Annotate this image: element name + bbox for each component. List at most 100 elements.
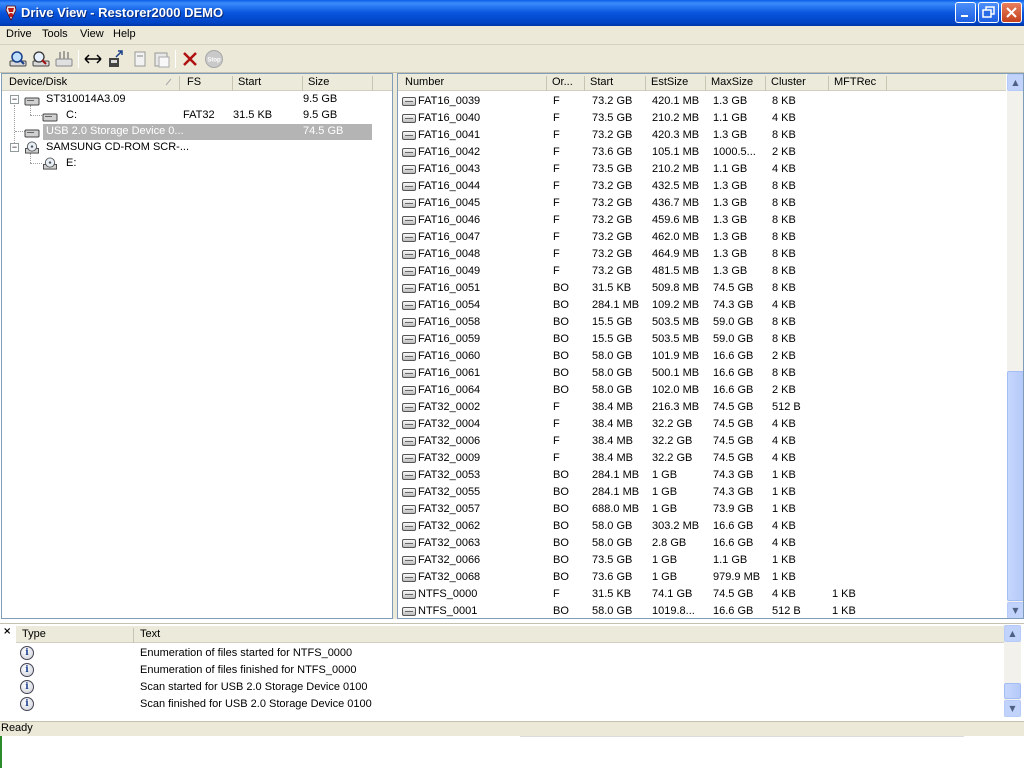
log-close-button[interactable]: ×: [3, 626, 11, 637]
tree-item-label: USB 2.0 Storage Device 0...: [46, 125, 184, 137]
table-row[interactable]: FAT32_0063 BO 58.0 GB 2.8 GB 16.6 GB 4 KB: [398, 535, 1006, 552]
table-row[interactable]: FAT16_0051 BO 31.5 KB 509.8 MB 74.5 GB 8 KB: [398, 280, 1006, 297]
table-row[interactable]: FAT16_0043 F 73.5 GB 210.2 MB 1.1 GB 4 KB: [398, 161, 1006, 178]
table-row[interactable]: FAT16_0039 F 73.2 GB 420.1 MB 1.3 GB 8 KB: [398, 93, 1006, 110]
table-row[interactable]: FAT32_0057 BO 688.0 MB 1 GB 73.9 GB 1 KB: [398, 501, 1006, 518]
column-header-type[interactable]: Type: [16, 628, 134, 643]
menu-tools[interactable]: Tools: [42, 28, 68, 40]
partition-cluster: 1 KB: [772, 503, 796, 515]
table-row[interactable]: FAT16_0059 BO 15.5 GB 503.5 MB 59.0 GB 8 KB: [398, 331, 1006, 348]
table-row[interactable]: FAT32_0066 BO 73.5 GB 1 GB 1.1 GB 1 KB: [398, 552, 1006, 569]
close-button[interactable]: [1001, 2, 1022, 23]
column-header-origin[interactable]: Or...: [547, 76, 585, 91]
log-row[interactable]: i Scan finished for USB 2.0 Storage Devic…: [16, 696, 1004, 713]
menu-view[interactable]: View: [80, 28, 104, 40]
partition-cluster: 1 KB: [772, 486, 796, 498]
search-disk-icon[interactable]: [31, 49, 51, 69]
table-row[interactable]: FAT16_0054 BO 284.1 MB 109.2 MB 74.3 GB 4 KB: [398, 297, 1006, 314]
scroll-down-button[interactable]: ▼: [1004, 700, 1021, 717]
table-row[interactable]: FAT32_0055 BO 284.1 MB 1 GB 74.3 GB 1 KB: [398, 484, 1006, 501]
resize-icon[interactable]: [83, 49, 103, 69]
column-header-device-disk[interactable]: Device/Disk: [4, 76, 180, 91]
partition-list-scrollbar[interactable]: ▲ ▼: [1007, 74, 1023, 618]
partition-start: 284.1 MB: [592, 469, 640, 481]
scan-icon[interactable]: [8, 49, 28, 69]
log-scrollbar[interactable]: ▲ ▼: [1004, 625, 1021, 717]
tree-item-partition[interactable]: C: FAT32 31.5 KB 9.5 GB: [2, 108, 392, 124]
paste-icon[interactable]: [152, 49, 172, 69]
menu-help[interactable]: Help: [113, 28, 136, 40]
partition-number: FAT32_0055: [418, 486, 481, 498]
log-row[interactable]: i Enumeration of files started for NTFS_0…: [16, 645, 1004, 662]
partition-origin: F: [553, 112, 560, 124]
table-row[interactable]: FAT16_0042 F 73.6 GB 105.1 MB 1000.5... 2 KB: [398, 144, 1006, 161]
scroll-up-button[interactable]: ▲: [1004, 625, 1021, 642]
column-header-text[interactable]: Text: [134, 628, 334, 643]
collapse-icon[interactable]: −: [10, 95, 19, 104]
log-row[interactable]: i Scan started for USB 2.0 Storage Device…: [16, 679, 1004, 696]
table-row[interactable]: FAT32_0004 F 38.4 MB 32.2 GB 74.5 GB 4 KB: [398, 416, 1006, 433]
table-row[interactable]: NTFS_0001 BO 58.0 GB 1019.8... 16.6 GB 512 B 1…: [398, 603, 1006, 618]
partition-cluster: 4 KB: [772, 299, 796, 311]
restore-button[interactable]: [978, 2, 999, 23]
column-header-cluster[interactable]: Cluster: [766, 76, 829, 91]
copy-icon[interactable]: [130, 49, 150, 69]
collapse-icon[interactable]: −: [10, 143, 19, 152]
tree-item-cdrom[interactable]: − SAMSUNG CD-ROM SCR-...: [2, 140, 392, 156]
table-row[interactable]: FAT32_0006 F 38.4 MB 32.2 GB 74.5 GB 4 KB: [398, 433, 1006, 450]
table-row[interactable]: FAT16_0046 F 73.2 GB 459.6 MB 1.3 GB 8 KB: [398, 212, 1006, 229]
column-header-maxsize[interactable]: MaxSize: [706, 76, 766, 91]
table-row[interactable]: FAT16_0041 F 73.2 GB 420.3 MB 1.3 GB 8 KB: [398, 127, 1006, 144]
export-icon[interactable]: [106, 49, 126, 69]
partition-origin: BO: [553, 571, 569, 583]
partition-icon: [402, 454, 416, 463]
table-row[interactable]: FAT16_0047 F 73.2 GB 462.0 MB 1.3 GB 8 KB: [398, 229, 1006, 246]
table-row[interactable]: NTFS_0000 F 31.5 KB 74.1 GB 74.5 GB 4 KB 1 KB: [398, 586, 1006, 603]
minimize-button[interactable]: [955, 2, 976, 23]
tree-item-drive[interactable]: E:: [2, 156, 392, 172]
scroll-down-button[interactable]: ▼: [1007, 602, 1023, 618]
partition-origin: BO: [553, 367, 569, 379]
table-row[interactable]: FAT32_0002 F 38.4 MB 216.3 MB 74.5 GB 512 B: [398, 399, 1006, 416]
table-row[interactable]: FAT32_0062 BO 58.0 GB 303.2 MB 16.6 GB 4 KB: [398, 518, 1006, 535]
close-icon: [1006, 7, 1017, 18]
table-row[interactable]: FAT16_0040 F 73.5 GB 210.2 MB 1.1 GB 4 KB: [398, 110, 1006, 127]
tree-item-disk[interactable]: − ST310014A3.09 9.5 GB: [2, 92, 392, 108]
tree-item-disk-selected[interactable]: USB 2.0 Storage Device 0... 74.5 GB: [2, 124, 392, 140]
table-row[interactable]: FAT16_0058 BO 15.5 GB 503.5 MB 59.0 GB 8 KB: [398, 314, 1006, 331]
scroll-thumb[interactable]: [1004, 683, 1021, 699]
partition-maxsize: 74.5 GB: [713, 401, 754, 413]
partition-start: 73.2 GB: [592, 180, 633, 192]
column-header-size[interactable]: Size: [303, 76, 373, 91]
partition-cluster: 8 KB: [772, 214, 796, 226]
title-bar[interactable]: Drive View - Restorer2000 DEMO: [0, 0, 1024, 26]
table-row[interactable]: FAT16_0061 BO 58.0 GB 500.1 MB 16.6 GB 8 KB: [398, 365, 1006, 382]
table-row[interactable]: FAT32_0068 BO 73.6 GB 1 GB 979.9 MB 1 KB: [398, 569, 1006, 586]
column-header-mftrec[interactable]: MFTRec: [829, 76, 887, 91]
stop-icon[interactable]: Stop: [204, 49, 224, 69]
partition-cluster: 8 KB: [772, 282, 796, 294]
partition-cluster: 1 KB: [772, 571, 796, 583]
table-row[interactable]: FAT16_0060 BO 58.0 GB 101.9 MB 16.6 GB 2 KB: [398, 348, 1006, 365]
log-row[interactable]: i Enumeration of files finished for NTFS_…: [16, 662, 1004, 679]
table-row[interactable]: FAT32_0009 F 38.4 MB 32.2 GB 74.5 GB 4 KB: [398, 450, 1006, 467]
table-row[interactable]: FAT32_0053 BO 284.1 MB 1 GB 74.3 GB 1 KB: [398, 467, 1006, 484]
column-header-start[interactable]: Start: [585, 76, 646, 91]
column-header-number[interactable]: Number: [400, 76, 547, 91]
table-row[interactable]: FAT16_0064 BO 58.0 GB 102.0 MB 16.6 GB 2 KB: [398, 382, 1006, 399]
table-row[interactable]: FAT16_0049 F 73.2 GB 481.5 MB 1.3 GB 8 KB: [398, 263, 1006, 280]
scroll-up-button[interactable]: ▲: [1007, 74, 1023, 91]
delete-icon[interactable]: [180, 49, 200, 69]
table-row[interactable]: FAT16_0045 F 73.2 GB 436.7 MB 1.3 GB 8 KB: [398, 195, 1006, 212]
column-header-estsize[interactable]: EstSize: [646, 76, 706, 91]
partition-cluster: 4 KB: [772, 418, 796, 430]
scroll-thumb[interactable]: [1007, 371, 1023, 601]
table-row[interactable]: FAT16_0044 F 73.2 GB 432.5 MB 1.3 GB 8 KB: [398, 178, 1006, 195]
menu-drive[interactable]: Drive: [6, 28, 32, 40]
sort-indicator-icon: [165, 78, 172, 86]
column-header-fs[interactable]: FS: [182, 76, 233, 91]
partition-maxsize: 16.6 GB: [713, 384, 754, 396]
disk-tools-icon[interactable]: [54, 49, 74, 69]
column-header-start[interactable]: Start: [233, 76, 303, 91]
table-row[interactable]: FAT16_0048 F 73.2 GB 464.9 MB 1.3 GB 8 KB: [398, 246, 1006, 263]
